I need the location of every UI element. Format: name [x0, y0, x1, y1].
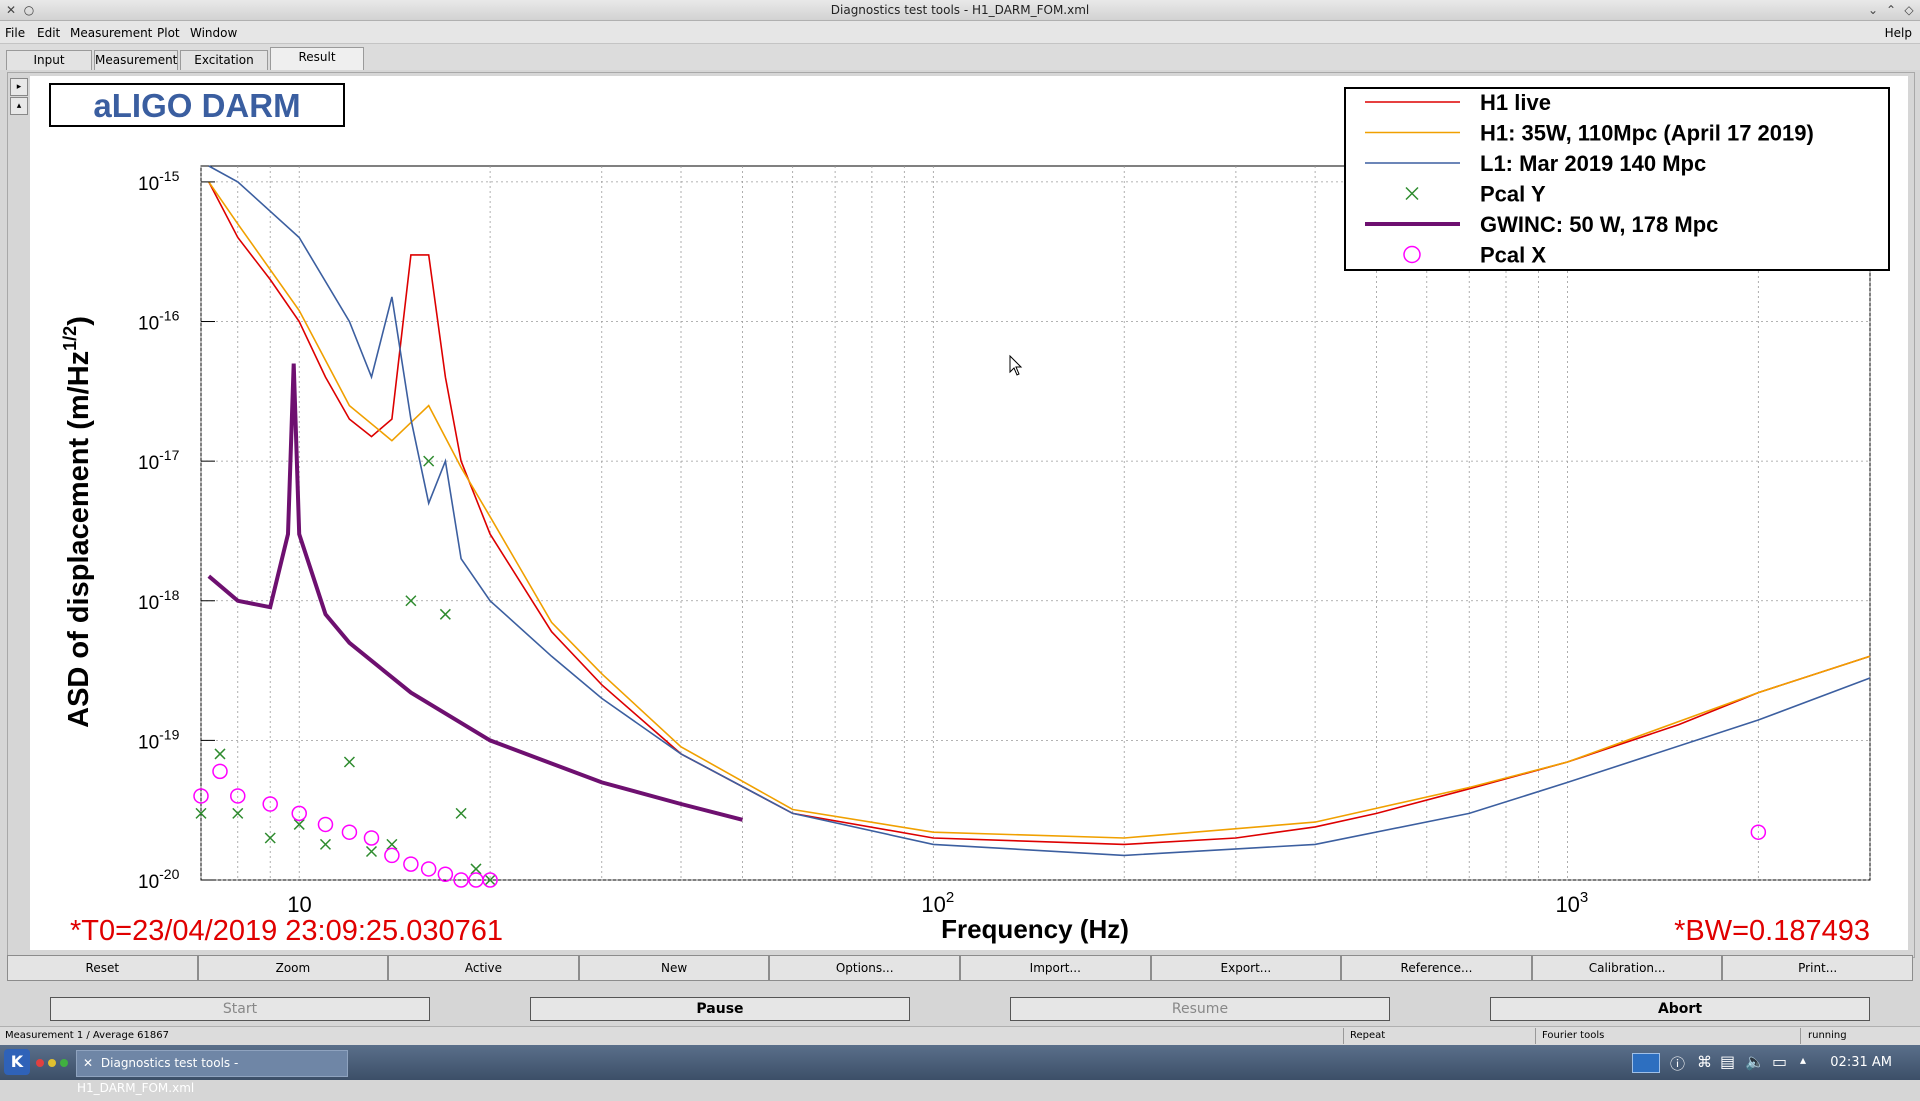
tools-icon: ✕	[83, 1056, 94, 1070]
t0-label: *T0=23/04/2019 23:09:25.030761	[70, 915, 503, 947]
volume-icon[interactable]: 🔈	[1745, 1052, 1765, 1071]
legend-label: Pcal X	[1480, 243, 1546, 268]
y-tick-label: 10-15	[138, 168, 180, 195]
bw-label: *BW=0.187493	[1674, 915, 1870, 947]
y-tick-label: 10-17	[138, 447, 180, 474]
status-state: running	[1808, 1030, 1847, 1041]
toolbar-button-import[interactable]: Import...	[960, 955, 1151, 981]
plot-badge: aLIGO DARM	[93, 87, 300, 124]
yellow-dot-icon[interactable]	[48, 1059, 56, 1067]
y-tick-label: 10-18	[138, 587, 180, 614]
y-axis-label-end: )	[63, 316, 95, 326]
start-button[interactable]: Start	[50, 997, 430, 1021]
x-tick-labels: 10 102 103	[287, 889, 1588, 917]
toolbar-button-reference[interactable]: Reference...	[1341, 955, 1532, 981]
y-axis-label: ASD of displacement (m/Hz1/2)	[60, 316, 95, 728]
y-tick-label: 10-19	[138, 726, 180, 753]
monitor-icon[interactable]: ▭	[1772, 1052, 1787, 1071]
taskbar-item-label: Diagnostics test tools - H1_DARM_FOM.xml	[77, 1056, 239, 1095]
desktop-icon[interactable]	[1632, 1053, 1660, 1073]
toolbar-button-active[interactable]: Active	[388, 955, 579, 981]
network-tray-icon[interactable]: ⌘	[1697, 1053, 1712, 1071]
clock: 02:31 AM	[1830, 1055, 1892, 1070]
x-tick-label: 10	[287, 892, 311, 917]
asd-chart: aLIGO DARM 10-15 10-16 10-17 10-18 10-19 10-2…	[49, 83, 1890, 947]
y-tick-label: 10-16	[138, 308, 180, 335]
toolbar-button-zoom[interactable]: Zoom	[197, 955, 389, 981]
resume-button[interactable]: Resume	[1010, 997, 1390, 1021]
legend-label: H1: 35W, 110Mpc (April 17 2019)	[1480, 121, 1814, 146]
x-tick-label: 103	[1555, 889, 1588, 917]
red-dot-icon[interactable]	[36, 1059, 44, 1067]
toolbar-button-export[interactable]: Export...	[1150, 955, 1342, 981]
status-measurement: Measurement 1 / Average 61867	[5, 1030, 169, 1041]
toolbar-button-new[interactable]: New	[578, 955, 770, 981]
plot-frame	[200, 165, 1871, 881]
legend: H1 live H1: 35W, 110Mpc (April 17 2019) L1…	[1344, 87, 1890, 271]
status-repeat: Repeat	[1350, 1030, 1386, 1041]
legend-label: L1: Mar 2019 140 Mpc	[1480, 151, 1706, 176]
legend-label: Pcal Y	[1480, 182, 1546, 207]
taskbar-item[interactable]: ✕ Diagnostics test tools - H1_DARM_FOM.x…	[76, 1050, 348, 1095]
clipboard-icon[interactable]: ▤	[1720, 1052, 1735, 1071]
legend-label: GWINC: 50 W, 178 Mpc	[1480, 212, 1718, 237]
status-tools: Fourier tools	[1542, 1030, 1605, 1041]
plot-toolbar: Reset Zoom Active New Options... Import... Exp…	[7, 955, 1913, 981]
info-icon[interactable]: ⓘ	[1670, 1053, 1685, 1074]
start-menu-icon[interactable]: K	[4, 1049, 30, 1075]
status-bar: Measurement 1 / Average 61867 Repeat Fou…	[0, 1026, 1920, 1045]
abort-button[interactable]: Abort	[1490, 997, 1870, 1021]
taskbar: K ✕ Diagnostics test tools - H1_DARM_FOM…	[0, 1045, 1920, 1095]
green-dot-icon[interactable]	[60, 1059, 68, 1067]
y-tick-label: 10-20	[138, 866, 180, 893]
legend-frame	[1344, 87, 1890, 271]
toolbar-button-reset[interactable]: Reset	[7, 955, 198, 981]
x-tick-label: 102	[921, 889, 954, 917]
legend-label: H1 live	[1480, 90, 1551, 115]
y-axis-label-sup: 1/2	[60, 326, 80, 351]
tray-expand-icon[interactable]: ▴	[1800, 1053, 1806, 1067]
pause-button[interactable]: Pause	[530, 997, 910, 1021]
toolbar-button-calibration[interactable]: Calibration...	[1531, 955, 1723, 981]
y-axis-label-main: ASD of displacement (m/Hz	[63, 351, 95, 728]
toolbar-button-options[interactable]: Options...	[769, 955, 960, 981]
x-axis-label: Frequency (Hz)	[941, 914, 1129, 944]
toolbar-button-print[interactable]: Print...	[1722, 955, 1913, 981]
